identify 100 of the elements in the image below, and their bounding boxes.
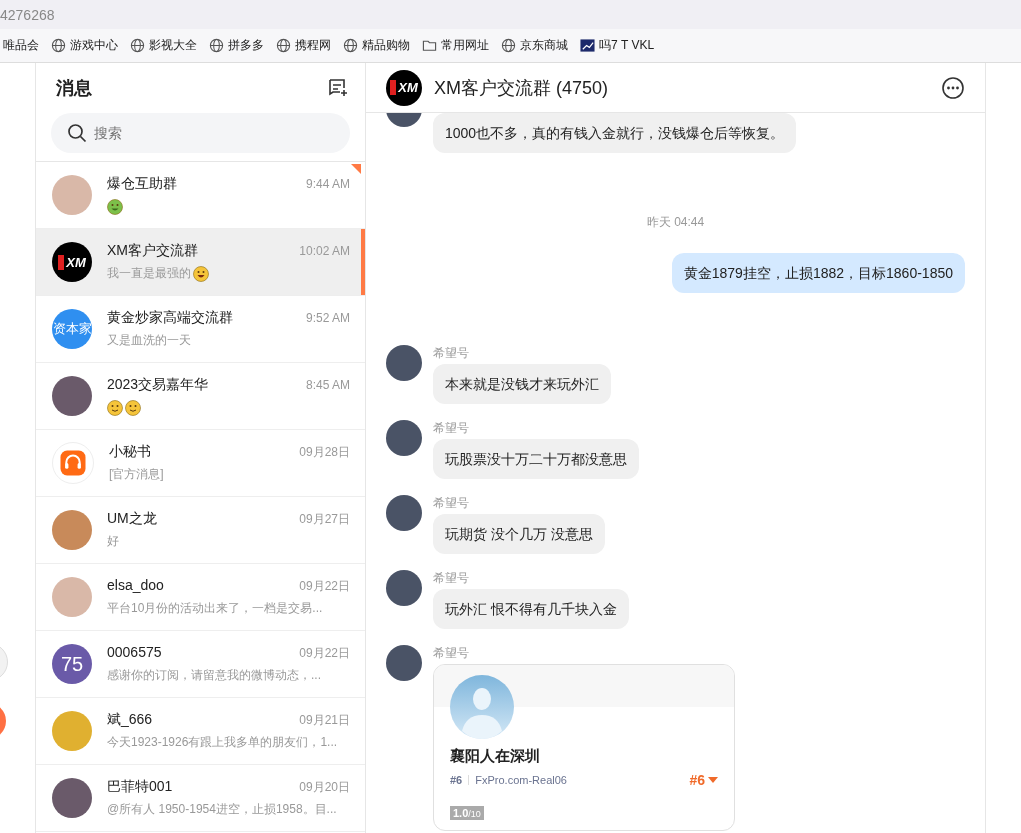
message-preview: 今天1923-1926有跟上我多单的朋友们，1... xyxy=(107,734,338,751)
rank-label: #6 xyxy=(450,774,463,786)
trader-name: 襄阳人在深圳 xyxy=(450,747,541,766)
message-preview: 我一直是最强的 xyxy=(107,265,191,282)
globe-icon xyxy=(51,38,66,53)
conversation-time: 9:44 AM xyxy=(305,177,350,191)
search-field[interactable]: 搜索 xyxy=(51,113,350,153)
chart-image-icon xyxy=(580,38,595,53)
conversation-time: 09月22日 xyxy=(299,578,350,595)
emoji-icon xyxy=(193,265,209,282)
avatar-photo xyxy=(386,570,422,606)
conversation-name: UM之龙 xyxy=(107,510,157,528)
search-icon xyxy=(67,123,87,143)
message-preview: 又是血洗的一天 xyxy=(107,332,191,349)
globe-icon xyxy=(130,38,145,53)
avatar-photo xyxy=(386,645,422,681)
avatar-photo xyxy=(386,495,422,531)
conversation-name: 爆仓互助群 xyxy=(107,175,177,193)
address-text: 4276268 xyxy=(0,6,55,23)
avatar-photo xyxy=(386,420,422,456)
emoji-icon xyxy=(107,198,123,215)
conversation-item[interactable]: UM之龙 09月27日 好 xyxy=(36,497,365,564)
globe-icon xyxy=(276,38,291,53)
avatar-photo xyxy=(52,778,92,818)
bookmark-link[interactable]: 常用网址 xyxy=(422,37,489,54)
message-bubble: 1000也不多，真的有钱入金就行，没钱爆仓后等恢复。 xyxy=(433,113,797,153)
conversation-time: 8:45 AM xyxy=(305,378,350,392)
bookmark-link[interactable]: 影视大全 xyxy=(130,37,197,54)
avatar-label: 资本家 xyxy=(52,309,92,349)
more-icon[interactable] xyxy=(941,75,965,100)
message-preview: [官方消息] xyxy=(109,466,164,483)
conversation-item[interactable]: 斌_666 09月21日 今天1923-1926有跟上我多单的朋友们，1... xyxy=(36,698,365,765)
bookmark-link[interactable]: 唯品会 xyxy=(3,37,39,54)
avatar-photo xyxy=(386,345,422,381)
conversation-name: 巴菲特001 xyxy=(107,778,173,796)
new-message-icon[interactable] xyxy=(327,77,349,99)
conversation-item[interactable]: elsa_doo 09月22日 平台10月份的活动出来了，一档是交易... xyxy=(36,564,365,631)
bookmark-link[interactable]: 京东商城 xyxy=(501,37,568,54)
avatar-photo xyxy=(52,577,92,617)
bookmark-link[interactable]: 游戏中心 xyxy=(51,37,118,54)
avatar-photo xyxy=(52,175,92,215)
conversation-name: 小秘书 xyxy=(109,443,151,461)
conversation-time: 09月27日 xyxy=(299,511,350,528)
conversation-item[interactable]: 小秘书 09月28日 [官方消息] xyxy=(36,430,365,497)
globe-icon xyxy=(343,38,358,53)
conversation-item[interactable]: 2023交易嘉年华 8:45 AM xyxy=(36,363,365,430)
conversation-time: 09月28日 xyxy=(299,444,350,461)
bookmark-link[interactable]: 携程网 xyxy=(276,37,331,54)
person-silhouette-icon xyxy=(450,675,514,739)
avatar-photo xyxy=(52,510,92,550)
message-preview: 感谢你的订阅，请留意我的微博动态，... xyxy=(107,667,321,684)
message-bubble: 玩期货 没个几万 没意思 xyxy=(433,514,605,554)
emoji-icon xyxy=(107,399,123,416)
sidebar-title: 消息 xyxy=(56,77,92,100)
conversation-time: 10:02 AM xyxy=(299,244,350,258)
bookmark-link[interactable]: 吗7 T VKL xyxy=(580,37,655,54)
conversation-item[interactable]: XM XM客户交流群 10:02 AM 我一直是最强的 xyxy=(36,229,365,296)
profile-card[interactable]: 襄阳人在深圳 #6 FxPro.com-Real06 #6 1.0/10 xyxy=(433,664,735,831)
avatar-photo xyxy=(52,376,92,416)
avatar-photo xyxy=(52,711,92,751)
score-badge: 1.0/10 xyxy=(450,806,484,820)
message-preview: 好 xyxy=(107,533,119,550)
globe-icon xyxy=(501,38,516,53)
server-label: FxPro.com-Real06 xyxy=(475,774,567,786)
conversation-name: elsa_doo xyxy=(107,577,164,593)
message-bubble: 玩股票没十万二十万都没意思 xyxy=(433,439,639,479)
group-logo: XM xyxy=(52,242,92,282)
conversation-time: 09月20日 xyxy=(299,779,350,796)
conversation-time: 09月22日 xyxy=(299,645,350,662)
sender-name: 希望号 xyxy=(433,570,469,587)
caret-icon xyxy=(708,777,718,783)
message-preview: @所有人 1950-1954进空，止损1958。目... xyxy=(107,801,337,818)
conversation-item[interactable]: 75 0006575 09月22日 感谢你的订阅，请留意我的微博动态，... xyxy=(36,631,365,698)
message-preview: 平台10月份的活动出来了，一档是交易... xyxy=(107,600,323,617)
avatar-label: 75 xyxy=(52,644,92,684)
conversation-name: 斌_666 xyxy=(107,711,153,729)
folder-icon xyxy=(422,38,437,53)
sender-name: 希望号 xyxy=(433,645,469,662)
chat-title: XM客户交流群 (4750) xyxy=(434,76,610,100)
conversation-item[interactable]: 巴菲特001 09月20日 @所有人 1950-1954进空，止损1958。目... xyxy=(36,765,365,832)
globe-icon xyxy=(209,38,224,53)
conversation-name: XM客户交流群 xyxy=(107,242,198,260)
conversation-name: 2023交易嘉年华 xyxy=(107,376,209,394)
headset-icon xyxy=(58,448,88,478)
message-timestamp: 昨天 04:44 xyxy=(646,215,705,229)
group-logo: XM xyxy=(386,69,422,106)
conversation-name: 0006575 xyxy=(107,644,162,660)
bookmark-link[interactable]: 拼多多 xyxy=(209,37,264,54)
sender-name: 希望号 xyxy=(433,345,469,362)
message-bubble: 本来就是没钱才来玩外汇 xyxy=(433,364,611,404)
sender-name: 希望号 xyxy=(433,420,469,437)
emoji-icon xyxy=(125,399,141,416)
sender-name: 希望号 xyxy=(433,495,469,512)
conversation-item[interactable]: 资本家 黄金炒家高端交流群 9:52 AM 又是血洗的一天 xyxy=(36,296,365,363)
conversation-name: 黄金炒家高端交流群 xyxy=(107,309,233,327)
message-bubble: 玩外汇 恨不得有几千块入金 xyxy=(433,589,629,629)
conversation-time: 9:52 AM xyxy=(305,311,350,325)
conversation-time: 09月21日 xyxy=(299,712,350,729)
message-bubble: 黄金1879挂空，止损1882，目标1860-1850 xyxy=(671,253,965,293)
bookmark-link[interactable]: 精品购物 xyxy=(343,37,410,54)
